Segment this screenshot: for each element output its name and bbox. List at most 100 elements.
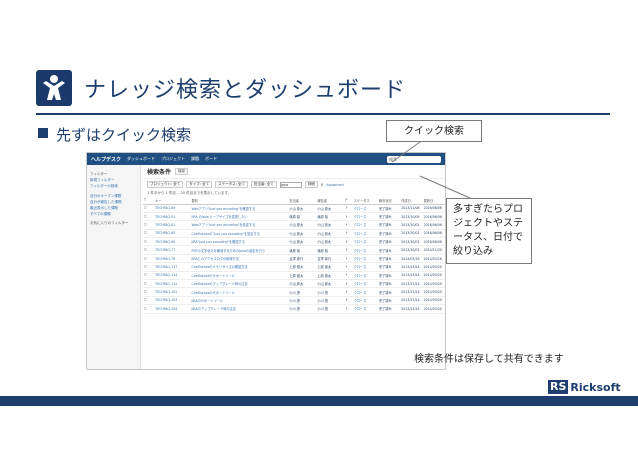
jira-main: 検索条件 保存 プロジェクト: 全て タイプ: 全て ステータス: 全て 担当者… <box>143 165 445 369</box>
issue-summary[interactable]: Webアプリ"Just you encoding"を確認する <box>190 204 289 213</box>
type-icon: ☐ <box>143 287 155 297</box>
issue-status: クローズ <box>352 262 378 272</box>
issue-resolution: 完了済み <box>377 220 401 230</box>
issue-assignee: 小川 啓 <box>288 304 317 314</box>
issue-reporter: 小山 慶太 <box>316 204 345 213</box>
more-filters-button[interactable]: 詳細 <box>304 181 318 188</box>
table-row[interactable]: ☐ TECHFAQ-114 Confluenceのサポートツール 上原 健太 上原 健太… <box>143 271 445 281</box>
priority-icon: ↑ <box>344 262 353 272</box>
issue-status: クローズ <box>352 220 378 230</box>
issue-summary[interactable]: JIRAのサポートツール <box>190 296 289 306</box>
table-row[interactable]: ☐ TECHFAQ-77 PDFの文字化けを解消するためのJavaの設定を行う 篠原 … <box>143 245 445 255</box>
filter-status[interactable]: ステータス: 全て <box>215 181 248 188</box>
col-type[interactable]: T <box>143 197 155 205</box>
priority-icon: ↑ <box>344 229 353 239</box>
col-priority[interactable]: P <box>344 197 353 205</box>
save-button[interactable]: 保存 <box>175 168 189 175</box>
issue-key[interactable]: TECHFAQ-103 <box>154 296 191 306</box>
filter-project[interactable]: プロジェクト: 全て <box>147 181 184 188</box>
issue-status: クローズ <box>352 237 378 247</box>
sidebar-item-all[interactable]: すべての課題 <box>90 211 137 217</box>
issue-summary[interactable]: JIRA"Just you encoding"を確認する <box>190 237 289 247</box>
issue-summary[interactable]: JIRAとのアクセスログの取得方法 <box>190 254 289 264</box>
table-row[interactable]: ☐ TECHFAQ-86 JIRA"Just you encoding"を確認する小… <box>143 237 445 247</box>
issue-reporter: 小山 慶太 <box>316 237 345 247</box>
issue-summary[interactable]: Confluenceのサポートツール <box>190 287 289 297</box>
table-row[interactable]: ☐ TECHFAQ-103 JIRAのサポートツール 小川 啓小川 啓 ↑ クローズ 完了済… <box>143 296 445 306</box>
advanced-link[interactable]: Advanced <box>326 183 343 187</box>
col-assignee[interactable]: 担当者 <box>288 197 317 205</box>
col-summary[interactable]: 要約 <box>190 197 289 205</box>
issue-created: 2013/10/09 <box>400 212 423 222</box>
sidebar-item-find-filter[interactable]: フィルターの検索 <box>90 183 137 189</box>
filter-bar: プロジェクト: 全て タイプ: 全て ステータス: 全て 担当者: 全て jav… <box>143 179 445 190</box>
issue-key[interactable]: TECHFAQ-77 <box>154 245 191 255</box>
issue-summary[interactable]: Confluenceの"Just you encoding"を設定する <box>190 229 289 239</box>
search-header: 検索条件 保存 <box>143 165 445 179</box>
issue-updated: 2016/06/06 <box>422 220 445 230</box>
col-created[interactable]: 作成日 <box>400 197 423 205</box>
nav-issues[interactable]: 課題 <box>191 156 199 162</box>
issue-key[interactable]: TECHFAQ-104 <box>154 304 191 314</box>
filter-type[interactable]: タイプ: 全て <box>186 181 213 188</box>
table-row[interactable]: ☐ TECHFAQ-81 Webアプリ"Just you encoding"を設定す… <box>143 220 445 230</box>
issue-summary[interactable]: Confluenceのサポートツール <box>190 271 289 281</box>
table-row[interactable]: ☐ TECHFAQ-112 Confluenceのアップグレード時の注意 小山 慶太小… <box>143 279 445 289</box>
issue-created: 2013/12/24 <box>400 304 423 314</box>
nav-project[interactable]: プロジェクト <box>161 156 185 162</box>
table-row[interactable]: ☐ TECHFAQ-117 Confluenceのメモリサイズの確認方法 上原 健太上… <box>143 262 445 272</box>
issue-summary[interactable]: JIRAのアップグレード時の注意 <box>190 304 289 314</box>
col-resolution[interactable]: 解決状況 <box>377 197 401 205</box>
text-search-input[interactable]: java <box>279 181 302 188</box>
type-icon: ☐ <box>143 271 155 281</box>
issue-key[interactable]: TECHFAQ-114 <box>154 271 191 281</box>
jira-brand[interactable]: ヘルプデスク <box>91 156 121 163</box>
filter-assignee[interactable]: 担当者: 全て <box>250 181 277 188</box>
issue-summary[interactable]: Webアプリ"Just you encoding"を設定する <box>190 220 289 230</box>
issue-resolution: 完了済み <box>377 254 401 264</box>
issue-assignee: 篠原 裕 <box>288 245 317 255</box>
col-reporter[interactable]: 報告者 <box>316 197 345 205</box>
table-row[interactable]: ☐ TECHFAQ-102 Confluenceのサポートツール 小川 啓小川 啓 ↑ ク… <box>143 287 445 297</box>
search-icon[interactable]: ⚲ <box>321 183 324 187</box>
table-row[interactable]: ☐ TECHFAQ-104 JIRAのアップグレード時の注意 小川 啓小川 啓 ↑ クロー… <box>143 304 445 314</box>
issue-key[interactable]: TECHFAQ-80 <box>154 229 191 239</box>
issue-resolution: 完了済み <box>377 229 401 239</box>
issue-key[interactable]: TECHFAQ-81 <box>154 220 191 230</box>
nav-boards[interactable]: ボード <box>205 156 217 162</box>
issue-key[interactable]: TECHFAQ-76 <box>154 254 191 264</box>
quick-search-input[interactable]: 検索 <box>387 155 441 163</box>
issue-reporter: 篠原 裕 <box>316 212 345 222</box>
issue-reporter: 吉澤 慶行 <box>316 254 345 264</box>
table-row[interactable]: ☐ TECHFAQ-76 JIRAとのアクセスログの取得方法 吉澤 慶行 吉澤 慶行 ↑ ク… <box>143 254 445 264</box>
col-key[interactable]: キー <box>154 197 191 205</box>
rs-wordmark: Ricksoft <box>570 380 621 394</box>
issue-summary[interactable]: PDFの文字化けを解消するためのJavaの設定を行う <box>190 245 289 255</box>
issue-assignee: 小山 慶太 <box>288 204 317 213</box>
issue-key[interactable]: TECHFAQ-86 <box>154 237 191 247</box>
table-row[interactable]: ☐ TECHFAQ-89 Webアプリ"Just you encoding"を確認す… <box>143 204 445 213</box>
issue-rows: ☐ TECHFAQ-89 Webアプリ"Just you encoding"を確認す… <box>143 204 445 314</box>
issue-key[interactable]: TECHFAQ-91 <box>154 212 191 222</box>
issue-status: クローズ <box>352 245 378 255</box>
issue-status: クローズ <box>352 271 378 281</box>
issue-assignee: 小川 啓 <box>288 296 317 306</box>
issue-reporter: 小山 慶太 <box>316 220 345 230</box>
priority-icon: ↑ <box>344 245 353 255</box>
issue-reporter: 上原 健太 <box>316 262 345 272</box>
issue-updated: 2014/03/20 <box>422 287 445 297</box>
issue-key[interactable]: TECHFAQ-112 <box>154 279 191 289</box>
issue-status: クローズ <box>352 229 378 239</box>
issue-summary[interactable]: Confluenceのアップグレード時の注意 <box>190 279 289 289</box>
table-row[interactable]: ☐ TECHFAQ-80 Confluenceの"Just you encoding… <box>143 229 445 239</box>
issue-key[interactable]: TECHFAQ-117 <box>154 262 191 272</box>
issue-summary[interactable]: Confluenceのメモリサイズの確認方法 <box>190 262 289 272</box>
nav-dashboard[interactable]: ダッシュボード <box>127 156 155 162</box>
issue-summary[interactable]: JIRA のJava ヒープサイズを変更したい <box>190 212 289 222</box>
issue-key[interactable]: TECHFAQ-89 <box>154 204 191 213</box>
table-row[interactable]: ☐ TECHFAQ-91 JIRA のJava ヒープサイズを変更したい 篠原 裕篠原… <box>143 212 445 222</box>
col-status[interactable]: ステータス <box>352 197 378 205</box>
issue-key[interactable]: TECHFAQ-102 <box>154 287 191 297</box>
col-updated[interactable]: 更新日 <box>422 197 445 205</box>
issue-reporter: 小山 慶太 <box>316 279 345 289</box>
